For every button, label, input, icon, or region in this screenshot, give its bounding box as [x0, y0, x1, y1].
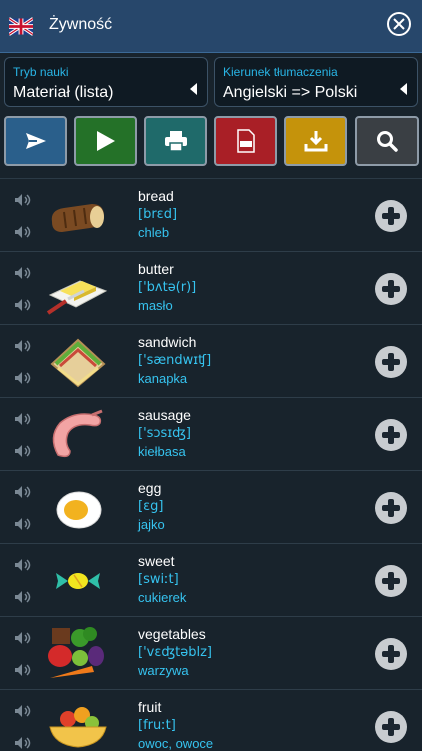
add-word-button[interactable]: [375, 200, 407, 232]
butter-icon: [46, 280, 108, 315]
word-pronunciation: [brɛd]: [138, 207, 178, 222]
candy-icon: [56, 573, 100, 589]
speaker-icon[interactable]: [14, 663, 32, 677]
speaker-icon[interactable]: [14, 412, 32, 426]
word-list[interactable]: bread [brɛd] chleb butter ['bʌtə(r)] mas…: [0, 178, 422, 751]
word-text: sweet: [138, 553, 175, 569]
list-item[interactable]: sausage ['sɔsɪʤ] kiełbasa: [0, 398, 422, 471]
list-item[interactable]: bread [brɛd] chleb: [0, 179, 422, 252]
word-text: egg: [138, 480, 162, 496]
speaker-icon[interactable]: [14, 736, 32, 750]
send-icon: [25, 133, 46, 149]
word-translation: kanapka: [138, 371, 188, 386]
study-mode-select[interactable]: Tryb nauki Materiał (lista): [4, 57, 208, 107]
add-word-button[interactable]: [375, 638, 407, 670]
word-translation: jajko: [138, 517, 165, 532]
list-item[interactable]: sandwich ['sændwɪʧ] kanapka: [0, 325, 422, 398]
word-pronunciation: ['bʌtə(r)]: [138, 280, 197, 295]
word-pronunciation: [swiːt]: [138, 572, 179, 587]
add-word-button[interactable]: [375, 492, 407, 524]
add-word-button[interactable]: [375, 346, 407, 378]
speaker-icon[interactable]: [14, 444, 32, 458]
speaker-icon[interactable]: [14, 298, 32, 312]
speaker-icon[interactable]: [14, 485, 32, 499]
word-pronunciation: [ɛg]: [138, 499, 164, 514]
list-item[interactable]: vegetables ['vɛʤtəblz] warzywa: [0, 617, 422, 690]
sandwich-icon: [50, 338, 106, 388]
fruit-bowl-icon: [49, 707, 107, 748]
download-button[interactable]: [284, 116, 347, 166]
word-text: vegetables: [138, 626, 206, 642]
download-icon: [304, 131, 327, 152]
dropdown-arrow-icon: [190, 83, 197, 95]
word-pronunciation: ['sɔsɪʤ]: [138, 426, 191, 441]
word-translation: cukierek: [138, 590, 187, 605]
speaker-icon[interactable]: [14, 558, 32, 572]
add-word-button[interactable]: [375, 711, 407, 743]
word-pronunciation: ['vɛʤtəblz]: [138, 645, 212, 660]
speaker-icon[interactable]: [14, 266, 32, 280]
list-item[interactable]: sweet [swiːt] cukierek: [0, 544, 422, 617]
word-translation: masło: [138, 298, 173, 313]
word-translation: kiełbasa: [138, 444, 186, 459]
search-icon: [377, 131, 398, 152]
play-button[interactable]: [74, 116, 137, 166]
send-button[interactable]: [4, 116, 67, 166]
sausage-icon: [52, 409, 103, 458]
add-word-button[interactable]: [375, 419, 407, 451]
bread-icon: [51, 204, 104, 232]
speaker-icon[interactable]: [14, 704, 32, 718]
translation-direction-label: Kierunek tłumaczenia: [223, 65, 338, 79]
word-pronunciation: [fruːt]: [138, 718, 176, 733]
pdf-icon: [236, 129, 255, 153]
translation-direction-value: Angielski => Polski: [223, 84, 358, 101]
print-button[interactable]: [144, 116, 207, 166]
vegetables-icon: [48, 627, 104, 678]
search-button[interactable]: [355, 116, 419, 166]
egg-icon: [56, 491, 102, 529]
add-word-button[interactable]: [375, 273, 407, 305]
speaker-icon[interactable]: [14, 631, 32, 645]
speaker-icon[interactable]: [14, 371, 32, 385]
speaker-icon[interactable]: [14, 193, 32, 207]
word-translation: owoc, owoce: [138, 736, 214, 751]
list-item[interactable]: fruit [fruːt] owoc, owoce: [0, 690, 422, 751]
translation-direction-select[interactable]: Kierunek tłumaczenia Angielski => Polski: [214, 57, 418, 107]
list-item[interactable]: egg [ɛg] jajko: [0, 471, 422, 544]
speaker-icon[interactable]: [14, 339, 32, 353]
word-text: fruit: [138, 699, 162, 715]
speaker-icon[interactable]: [14, 590, 32, 604]
app-header: Żywność: [0, 0, 422, 53]
uk-flag-icon[interactable]: [9, 15, 33, 38]
list-item[interactable]: butter ['bʌtə(r)] masło: [0, 252, 422, 325]
close-icon[interactable]: [387, 12, 411, 36]
word-text: sausage: [138, 407, 191, 423]
play-icon: [96, 131, 115, 151]
word-translation: chleb: [138, 225, 170, 240]
word-text: bread: [138, 188, 174, 204]
speaker-icon[interactable]: [14, 225, 32, 239]
word-translation: warzywa: [138, 663, 189, 678]
pdf-button[interactable]: [214, 116, 277, 166]
word-pronunciation: ['sændwɪʧ]: [138, 353, 212, 368]
study-mode-value: Materiał (lista): [13, 84, 114, 101]
study-mode-label: Tryb nauki: [13, 65, 69, 79]
word-text: sandwich: [138, 334, 197, 350]
dropdown-arrow-icon: [400, 83, 407, 95]
word-text: butter: [138, 261, 174, 277]
speaker-icon[interactable]: [14, 517, 32, 531]
add-word-button[interactable]: [375, 565, 407, 597]
page-title: Żywność: [49, 16, 113, 33]
printer-icon: [164, 131, 187, 152]
